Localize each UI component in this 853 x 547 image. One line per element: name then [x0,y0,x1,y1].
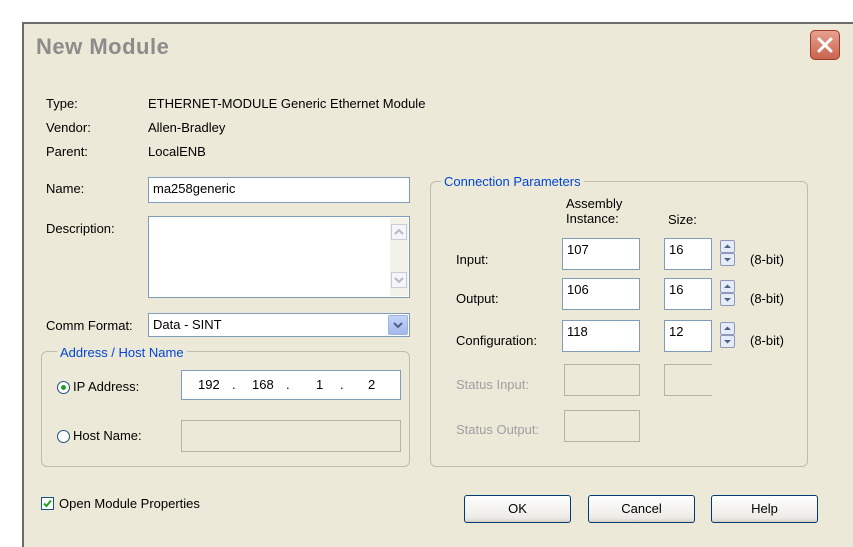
scroll-down-button[interactable] [391,272,407,288]
comm-format-value: Data - SINT [153,317,222,332]
configuration-size-field[interactable]: 12 [664,320,712,352]
output-instance-field[interactable]: 106 [562,278,640,310]
spin-down-icon[interactable] [720,293,735,306]
ip-octet-2[interactable]: 168 [252,377,274,392]
ip-octet-3[interactable]: 1 [316,377,323,392]
input-label: Input: [456,252,489,267]
ip-address-label: IP Address: [73,379,140,394]
close-icon [817,37,833,53]
cancel-button[interactable]: Cancel [588,495,695,523]
chevron-up-icon [394,228,404,235]
ip-address-field[interactable]: 192 . 168 . 1 . 2 [181,370,401,400]
configuration-unit: (8-bit) [750,333,784,348]
ip-separator: . [232,377,236,392]
status-output-label: Status Output: [456,422,540,437]
name-label: Name: [46,181,85,196]
type-value: ETHERNET-MODULE Generic Ethernet Module [148,96,426,111]
configuration-instance-field[interactable]: 118 [562,320,640,352]
status-output-instance-field [564,410,640,442]
help-button[interactable]: Help [711,495,818,523]
open-module-properties-label: Open Module Properties [59,496,200,511]
address-group-title: Address / Host Name [57,345,187,360]
output-size-field[interactable]: 16 [664,278,712,310]
dialog-title: New Module [36,34,170,59]
output-size-spinner[interactable] [720,280,735,307]
configuration-size-spinner[interactable] [720,322,735,349]
ip-separator: . [286,377,290,392]
vendor-value: Allen-Bradley [148,120,226,135]
spin-down-icon[interactable] [720,253,735,266]
parent-value: LocalENB [148,144,206,159]
spin-up-icon[interactable] [720,240,735,253]
ok-button[interactable]: OK [464,495,571,523]
description-field[interactable] [148,216,410,298]
parent-label: Parent: [46,144,88,159]
connection-parameters-title: Connection Parameters [441,174,584,189]
vendor-label: Vendor: [46,120,91,135]
ip-address-radio[interactable] [57,381,70,394]
assembly-header-line1: Assembly [566,196,623,211]
output-label: Output: [456,291,499,306]
assembly-header-line2: Instance: [566,211,619,226]
output-unit: (8-bit) [750,291,784,306]
type-label: Type: [46,96,78,111]
spin-up-icon[interactable] [720,280,735,293]
comm-format-select[interactable]: Data - SINT [148,313,410,337]
input-instance-field[interactable]: 107 [562,238,640,270]
status-input-size-field [664,364,712,396]
host-name-radio[interactable] [57,430,70,443]
title-bar[interactable]: New Module [24,24,853,72]
scroll-up-button[interactable] [391,224,407,240]
open-module-properties-checkbox[interactable] [41,497,54,510]
size-header: Size: [668,212,697,227]
input-size-field[interactable]: 16 [664,238,712,270]
description-scrollbar[interactable] [390,218,408,296]
host-name-field[interactable] [181,420,401,452]
spin-up-icon[interactable] [720,322,735,335]
host-name-label: Host Name: [73,428,142,443]
dropdown-button[interactable] [388,315,408,335]
ip-octet-4[interactable]: 2 [368,377,375,392]
configuration-label: Configuration: [456,333,537,348]
description-label: Description: [46,221,115,236]
comm-format-label: Comm Format: [46,318,133,333]
chevron-down-icon [393,322,403,329]
status-input-label: Status Input: [456,377,529,392]
checkmark-icon [43,499,52,508]
input-unit: (8-bit) [750,252,784,267]
input-size-spinner[interactable] [720,240,735,267]
close-button[interactable] [810,30,840,60]
ip-octet-1[interactable]: 192 [198,377,220,392]
chevron-down-icon [394,277,404,284]
status-input-instance-field [564,364,640,396]
ip-separator: . [340,377,344,392]
name-field[interactable]: ma258generic [148,177,410,203]
radio-selected-dot [61,385,66,390]
spin-down-icon[interactable] [720,335,735,348]
assembly-instance-header: Assembly Instance: [566,196,622,226]
